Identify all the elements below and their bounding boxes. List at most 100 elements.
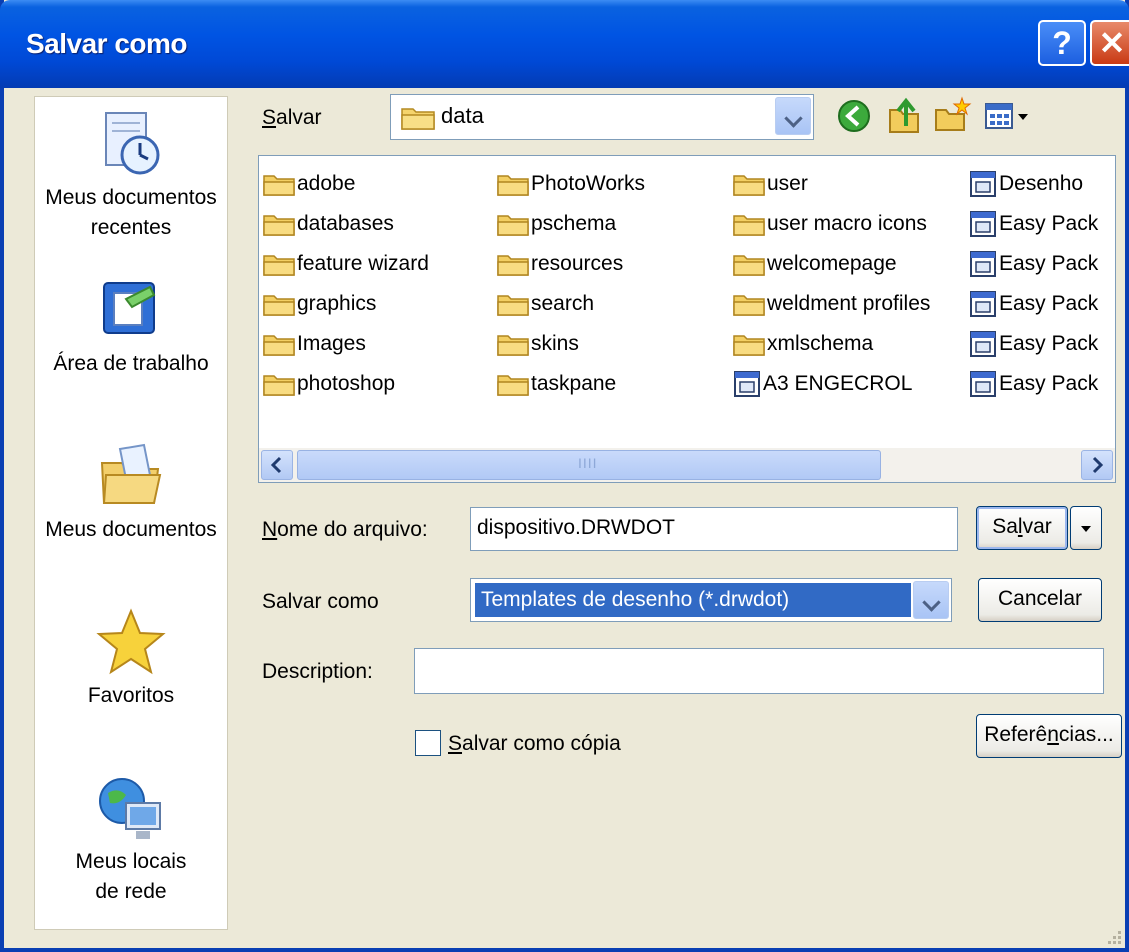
list-item[interactable]: Easy Pack [969, 328, 1098, 360]
place-label: recentes [90, 216, 172, 239]
description-input[interactable] [414, 648, 1104, 694]
horizontal-scrollbar[interactable] [259, 448, 1115, 482]
list-item[interactable]: Desenho [969, 168, 1083, 200]
filename-label: Nome do arquivo: [262, 518, 428, 541]
list-item[interactable]: user [733, 168, 808, 200]
folder-icon [733, 335, 765, 357]
references-button[interactable]: Referências... [976, 714, 1122, 758]
favorites-star-icon [96, 608, 166, 675]
list-item[interactable]: taskpane [497, 368, 616, 400]
filename-input[interactable]: dispositivo.DRWDOT [470, 507, 958, 551]
places-bar: Meus documentos recentes Área de trabalh… [34, 96, 228, 930]
folder-icon [497, 375, 529, 397]
title-bar[interactable]: Salvar como ? ✕ [0, 0, 1129, 88]
resize-grip-icon[interactable] [1103, 926, 1123, 946]
window-title: Salvar como [26, 28, 188, 59]
list-item[interactable]: Easy Pack [969, 208, 1098, 240]
folder-icon [733, 175, 765, 197]
chevron-down-icon[interactable] [775, 97, 811, 135]
chevron-down-icon[interactable] [913, 581, 949, 619]
folder-icon [497, 335, 529, 357]
list-item[interactable]: weldment profiles [733, 288, 930, 320]
folder-icon [401, 108, 435, 130]
list-item[interactable]: resources [497, 248, 623, 280]
folder-icon [497, 175, 529, 197]
scroll-left-button[interactable] [261, 450, 293, 480]
help-button[interactable]: ? [1038, 20, 1086, 66]
list-item[interactable]: adobe [263, 168, 355, 200]
my-documents-icon [100, 443, 162, 504]
list-item[interactable]: pschema [497, 208, 616, 240]
place-favorites[interactable]: Favoritos [35, 607, 227, 711]
folder-icon [263, 335, 295, 357]
list-item[interactable]: Easy Pack [969, 368, 1098, 400]
folder-icon [263, 175, 295, 197]
folder-icon [733, 295, 765, 317]
scrollbar-thumb[interactable] [297, 450, 881, 480]
up-folder-icon[interactable] [884, 96, 924, 136]
place-network[interactable]: Meus locais de rede [35, 773, 227, 907]
place-label: de rede [95, 880, 167, 903]
help-icon: ? [1052, 25, 1072, 61]
chevron-left-icon [270, 456, 282, 474]
save-button[interactable]: Salvar [976, 506, 1068, 550]
savetype-combo[interactable]: Templates de desenho (*.drwdot) [470, 578, 952, 622]
description-label: Description: [262, 660, 373, 683]
list-item[interactable]: PhotoWorks [497, 168, 645, 200]
drawing-template-icon [970, 371, 996, 398]
folder-icon [263, 295, 295, 317]
place-label: Favoritos [87, 684, 175, 707]
lookin-combo[interactable]: data [390, 94, 814, 140]
place-desktop[interactable]: Área de trabalho [35, 275, 227, 379]
folder-icon [733, 255, 765, 277]
list-item[interactable]: user macro icons [733, 208, 927, 240]
folder-icon [263, 255, 295, 277]
place-recent-documents[interactable]: Meus documentos recentes [35, 109, 227, 243]
drawing-template-icon [970, 211, 996, 238]
new-folder-icon[interactable] [932, 96, 972, 136]
list-item[interactable]: databases [263, 208, 394, 240]
list-item[interactable]: welcomepage [733, 248, 897, 280]
folder-icon [263, 215, 295, 237]
save-as-dialog: Salvar como ? ✕ Meus documentos recentes [0, 0, 1129, 952]
cancel-button[interactable]: Cancelar [978, 578, 1102, 622]
list-item[interactable]: photoshop [263, 368, 395, 400]
list-item[interactable]: search [497, 288, 594, 320]
list-item[interactable]: skins [497, 328, 579, 360]
lookin-label: Salvar [262, 106, 322, 129]
close-button[interactable]: ✕ [1090, 20, 1129, 66]
list-item[interactable]: feature wizard [263, 248, 429, 280]
place-my-documents[interactable]: Meus documentos [35, 441, 227, 545]
list-item[interactable]: Images [263, 328, 366, 360]
drawing-template-icon [970, 331, 996, 358]
list-item[interactable]: Easy Pack [969, 248, 1098, 280]
folder-icon [497, 295, 529, 317]
save-options-dropdown[interactable] [1070, 506, 1102, 550]
lookin-value: data [441, 103, 484, 128]
views-menu-icon[interactable] [982, 96, 1034, 136]
chevron-right-icon [1092, 456, 1104, 474]
drawing-template-icon [970, 251, 996, 278]
folder-icon [263, 375, 295, 397]
place-label: Meus documentos [45, 186, 217, 209]
list-item[interactable]: graphics [263, 288, 376, 320]
place-label: Meus documentos [45, 518, 217, 541]
back-arrow-icon[interactable] [834, 96, 874, 136]
folder-icon [497, 215, 529, 237]
save-as-copy-checkbox[interactable] [415, 730, 441, 756]
save-as-copy-label[interactable]: Salvar como cópia [448, 732, 621, 756]
file-list[interactable]: adobe databases feature wizard graphics … [258, 155, 1116, 483]
savetype-value: Templates de desenho (*.drwdot) [474, 582, 912, 618]
folder-icon [733, 215, 765, 237]
close-icon: ✕ [1098, 25, 1126, 61]
folder-icon [497, 255, 529, 277]
network-places-icon [99, 778, 161, 839]
list-item[interactable]: xmlschema [733, 328, 873, 360]
desktop-icon [103, 282, 156, 334]
list-item[interactable]: Easy Pack [969, 288, 1098, 320]
drawing-template-icon [970, 171, 996, 198]
list-item[interactable]: A3 ENGECROL [733, 368, 912, 400]
drawing-template-icon [970, 291, 996, 318]
scroll-right-button[interactable] [1081, 450, 1113, 480]
place-label: Área de trabalho [53, 352, 209, 375]
